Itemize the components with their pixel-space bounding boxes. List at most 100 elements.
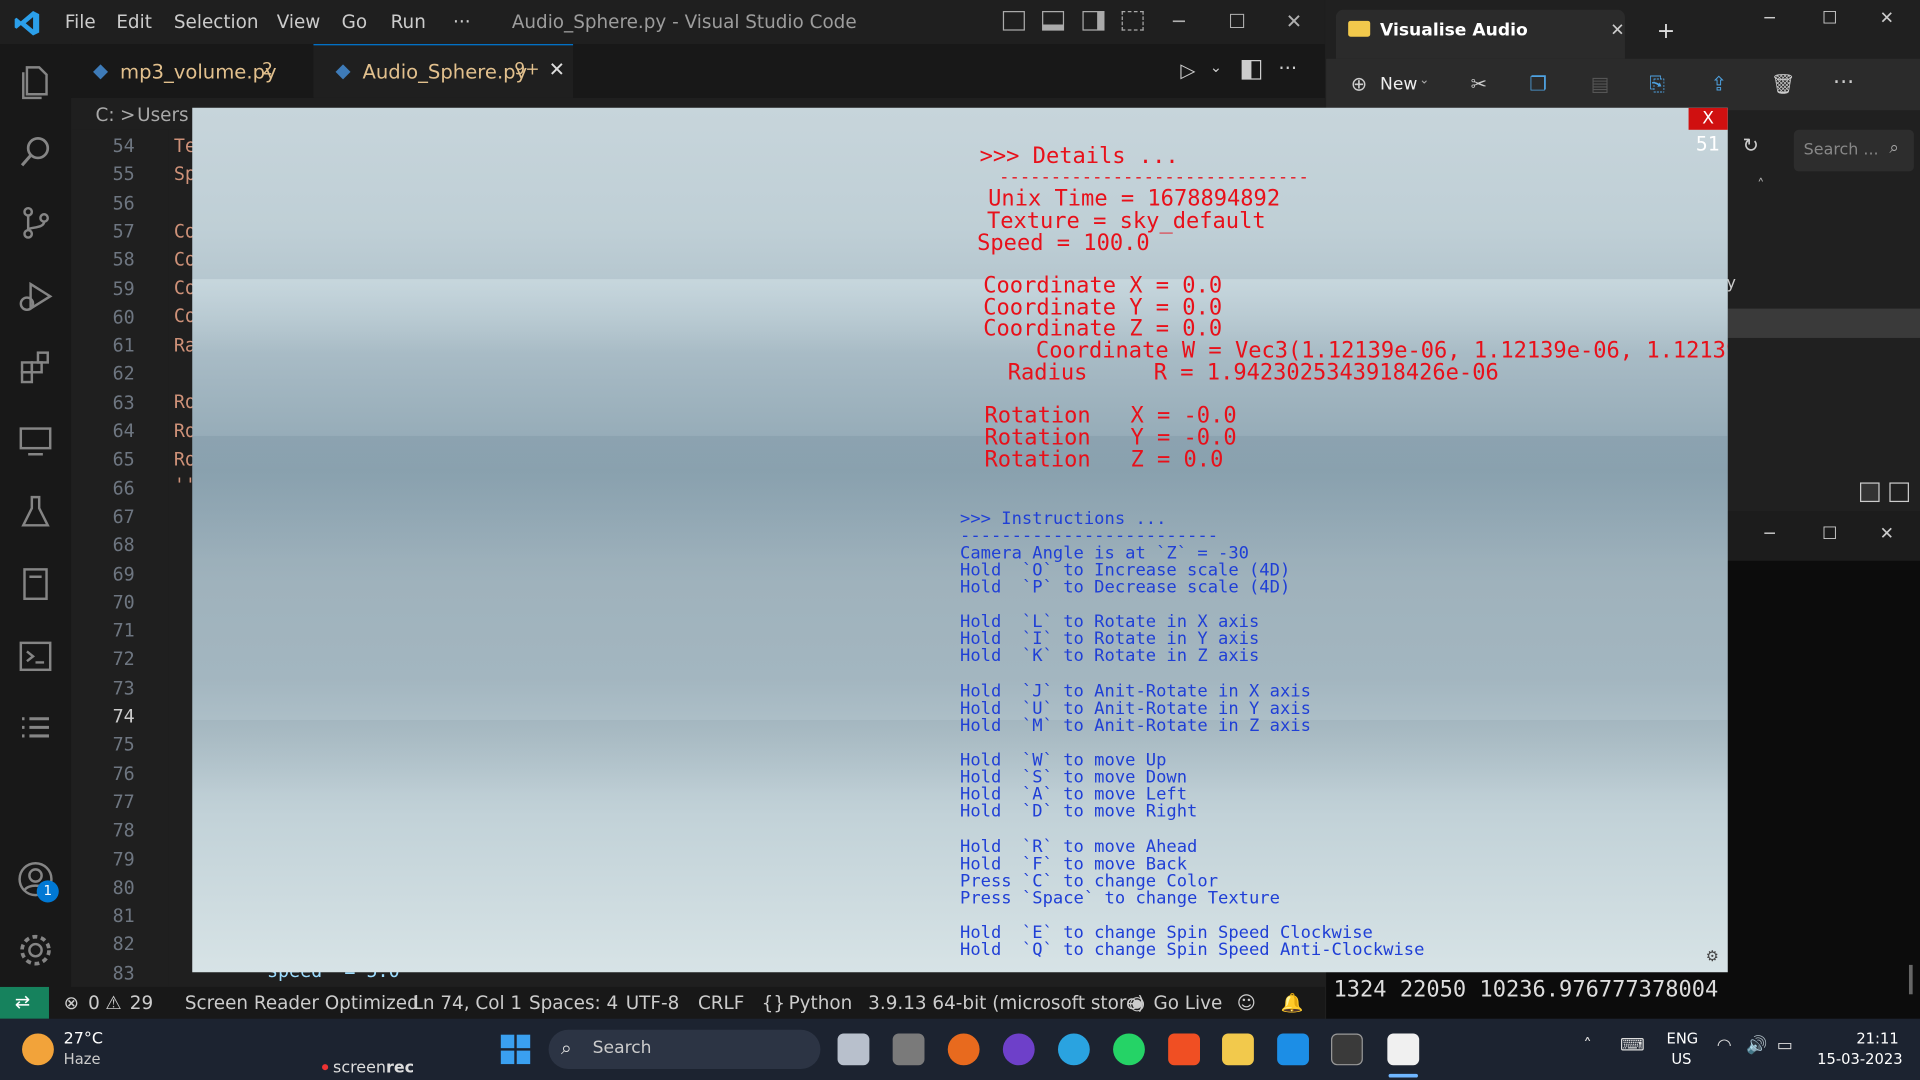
python-interpreter[interactable]: 3.9.13 64-bit (microsoft store): [868, 992, 1144, 1014]
remote-explorer-icon[interactable]: [16, 421, 55, 460]
settings-gear-icon[interactable]: [16, 931, 55, 970]
maximize-button[interactable]: ☐: [1228, 10, 1246, 33]
keyboard-icon[interactable]: ⌨: [1620, 1036, 1645, 1056]
chevron-up-icon[interactable]: ˄: [1757, 176, 1764, 193]
encoding-status[interactable]: UTF-8: [626, 992, 680, 1014]
tiles-view-icon[interactable]: [1889, 482, 1909, 503]
share-icon[interactable]: ⇪: [1711, 72, 1727, 95]
chevron-down-icon[interactable]: ⌄: [1419, 73, 1429, 86]
instructions-divider: -------------------------: [960, 526, 1219, 547]
file-explorer-icon[interactable]: [1222, 1033, 1254, 1066]
notebook-icon[interactable]: [16, 564, 55, 603]
go-live-button[interactable]: Go Live: [1153, 992, 1222, 1014]
minimize-button[interactable]: ─: [1764, 524, 1774, 544]
terminal-taskbar-icon[interactable]: [1331, 1033, 1363, 1066]
toggle-panel-icon[interactable]: [1042, 11, 1065, 31]
indentation-status[interactable]: Spaces: 4: [529, 992, 618, 1014]
task-view-icon[interactable]: [837, 1033, 870, 1066]
breadcrumb-drive[interactable]: C:: [96, 104, 115, 126]
tab-mp3-volume[interactable]: ◆ mp3_volume.py 2: [71, 44, 312, 98]
run-python-icon[interactable]: ▷: [1180, 59, 1195, 82]
new-tab-icon[interactable]: +: [1657, 18, 1675, 44]
github-desktop-icon[interactable]: [1002, 1033, 1035, 1066]
terminal-icon[interactable]: [16, 637, 55, 676]
customize-layout-icon[interactable]: [1121, 11, 1144, 31]
windows-start-icon[interactable]: [500, 1034, 531, 1065]
notifications-bell-icon[interactable]: 🔔: [1281, 992, 1304, 1014]
photos-app-icon[interactable]: [892, 1033, 925, 1066]
clock-time[interactable]: 21:11: [1856, 1030, 1898, 1047]
run-debug-icon[interactable]: [16, 277, 55, 316]
minimize-button[interactable]: ─: [1764, 9, 1774, 29]
game-close-button[interactable]: X: [1688, 107, 1728, 130]
whatsapp-icon[interactable]: [1113, 1033, 1145, 1066]
tab-audio-sphere[interactable]: ◆ Audio_Sphere.py 9+ ✕: [313, 44, 574, 98]
menu-go[interactable]: Go: [342, 11, 367, 33]
taskbar-search-box[interactable]: ⌕ Search: [548, 1029, 821, 1069]
extensions-icon[interactable]: [16, 348, 55, 387]
battery-icon[interactable]: ▭: [1777, 1036, 1793, 1056]
list-icon[interactable]: [16, 708, 55, 747]
settings-gear-icon[interactable]: ⚙: [1706, 948, 1719, 965]
document-app-icon[interactable]: [1387, 1033, 1420, 1066]
brave-browser-icon[interactable]: [1168, 1033, 1201, 1066]
language-mode[interactable]: Python: [789, 992, 853, 1014]
eol-status[interactable]: CRLF: [698, 992, 744, 1014]
terminal-output[interactable]: 1324 22050 10236.976777378004: [1333, 977, 1718, 1003]
source-control-icon[interactable]: [16, 203, 55, 242]
close-tab-icon[interactable]: ✕: [549, 58, 565, 81]
breadcrumb-folder[interactable]: Users: [137, 104, 188, 126]
new-button[interactable]: New: [1380, 75, 1417, 95]
toggle-sidebar-icon[interactable]: [1002, 11, 1025, 31]
warning-icon[interactable]: ⚠: [105, 992, 121, 1014]
menu-edit[interactable]: Edit: [116, 11, 152, 33]
split-editor-icon[interactable]: [1241, 60, 1262, 80]
search-icon[interactable]: [16, 132, 55, 171]
weather-condition[interactable]: Haze: [64, 1051, 101, 1068]
menu-more[interactable]: ···: [453, 11, 471, 33]
cursor-position[interactable]: Ln 74, Col 1: [413, 992, 522, 1014]
selected-row[interactable]: [1727, 308, 1920, 338]
language-secondary[interactable]: US: [1671, 1051, 1691, 1068]
maximize-button[interactable]: ☐: [1822, 9, 1837, 29]
minimize-button[interactable]: ─: [1173, 10, 1185, 33]
toggle-secondary-sidebar-icon[interactable]: [1082, 11, 1105, 31]
wifi-icon[interactable]: ◠: [1717, 1036, 1732, 1056]
language-primary[interactable]: ENG: [1667, 1030, 1699, 1047]
close-window-button[interactable]: ✕: [1880, 524, 1894, 544]
close-window-button[interactable]: ✕: [1880, 9, 1894, 29]
close-window-button[interactable]: ✕: [1286, 10, 1302, 33]
app-icon[interactable]: [947, 1033, 980, 1066]
volume-icon[interactable]: 🔊: [1746, 1036, 1767, 1056]
vscode-taskbar-icon[interactable]: [1277, 1033, 1309, 1066]
search-box[interactable]: Search ... ⌕: [1793, 129, 1914, 172]
telegram-icon[interactable]: [1057, 1033, 1090, 1066]
menu-file[interactable]: File: [65, 11, 96, 33]
feedback-icon[interactable]: ☺: [1237, 992, 1256, 1014]
terminal-scrollbar[interactable]: [1908, 964, 1913, 995]
menu-view[interactable]: View: [277, 11, 321, 33]
testing-icon[interactable]: [16, 492, 55, 531]
explorer-tab[interactable]: Visualise Audio ✕: [1335, 9, 1625, 59]
delete-icon[interactable]: 🗑: [1771, 72, 1796, 95]
error-icon[interactable]: ⊗: [64, 992, 79, 1014]
more-actions-icon[interactable]: ···: [1278, 56, 1297, 79]
menu-selection[interactable]: Selection: [174, 11, 259, 33]
cut-icon[interactable]: ✂: [1471, 72, 1487, 95]
maximize-button[interactable]: ☐: [1822, 524, 1837, 544]
audio-sphere-game-window[interactable]: X 51 ⚙ >>> Details ... -----------------…: [192, 107, 1728, 973]
refresh-icon[interactable]: ↻: [1742, 133, 1758, 156]
screen-reader-status[interactable]: Screen Reader Optimized: [185, 992, 419, 1014]
more-options-icon[interactable]: ···: [1833, 70, 1854, 96]
remote-indicator[interactable]: ⇄: [0, 986, 49, 1019]
chevron-up-icon[interactable]: ˄: [1583, 1036, 1592, 1056]
clock-date[interactable]: 15-03-2023: [1817, 1051, 1902, 1068]
chevron-down-icon[interactable]: ⌄: [1210, 59, 1222, 76]
explorer-icon[interactable]: [16, 61, 55, 100]
rename-icon[interactable]: ⎘: [1649, 72, 1665, 96]
details-view-icon[interactable]: [1860, 482, 1880, 503]
weather-temperature[interactable]: 27°C: [64, 1030, 103, 1048]
copy-icon[interactable]: ❐: [1529, 72, 1547, 95]
close-tab-icon[interactable]: ✕: [1610, 21, 1624, 41]
menu-run[interactable]: Run: [391, 11, 426, 33]
